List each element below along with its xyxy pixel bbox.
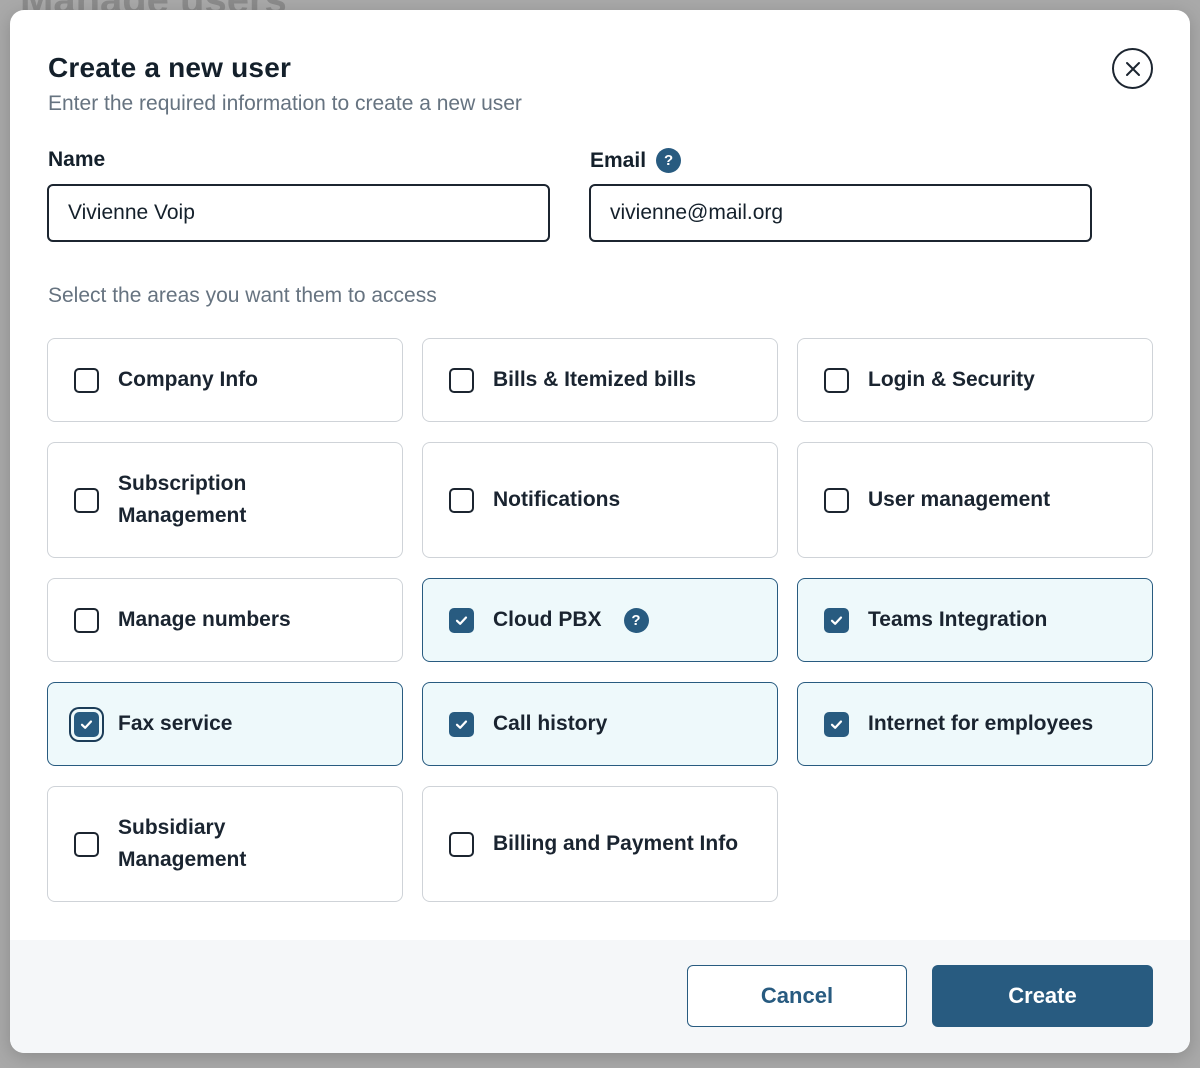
checkmark-icon (830, 615, 843, 625)
access-option-notifications[interactable]: Notifications (422, 442, 778, 558)
access-option-label: Company Info (118, 368, 258, 391)
checkbox[interactable] (449, 367, 474, 393)
cloud-pbx-help-icon[interactable]: ? (623, 607, 649, 633)
name-label: Name (48, 148, 105, 172)
close-icon (1125, 61, 1140, 76)
access-option-label: Login & Security (868, 368, 1035, 391)
name-input[interactable] (47, 184, 550, 242)
checkbox[interactable] (74, 831, 99, 857)
access-option-label: Fax service (118, 712, 233, 735)
email-input[interactable] (589, 184, 1092, 242)
email-help-icon[interactable]: ? (656, 148, 682, 173)
access-options-grid: Company Info Bills & Itemized bills Logi… (47, 338, 1153, 902)
checkbox[interactable] (824, 487, 849, 513)
checkmark-icon (80, 719, 93, 729)
checkbox-checked[interactable] (824, 711, 849, 737)
access-option-bills[interactable]: Bills & Itemized bills (422, 338, 778, 422)
access-option-label: User management (868, 488, 1051, 511)
checkbox-checked[interactable] (449, 711, 474, 737)
access-option-billing-payment-info[interactable]: Billing and Payment Info (422, 786, 778, 902)
dialog-subtitle: Enter the required information to create… (48, 92, 522, 115)
access-option-label: Manage numbers (118, 608, 291, 631)
dialog-title: Create a new user (48, 52, 292, 83)
checkmark-icon (830, 719, 843, 729)
access-option-teams-integration[interactable]: Teams Integration (797, 578, 1153, 662)
checkbox[interactable] (74, 487, 99, 513)
email-label: Email ? (590, 148, 682, 173)
access-option-user-management[interactable]: User management (797, 442, 1153, 558)
close-button[interactable] (1112, 48, 1153, 89)
access-option-label: Internet for employees (868, 712, 1094, 735)
access-option-label: Billing and Payment Info (493, 832, 739, 855)
checkmark-icon (455, 719, 468, 729)
access-option-subscription-management[interactable]: Subscription Management (47, 442, 403, 558)
access-option-cloud-pbx[interactable]: Cloud PBX ? (422, 578, 778, 662)
checkbox[interactable] (824, 367, 849, 393)
name-label-text: Name (48, 148, 106, 171)
create-user-dialog: Create a new user Enter the required inf… (10, 10, 1190, 1053)
access-option-label: Cloud PBX (493, 608, 602, 631)
access-option-login-security[interactable]: Login & Security (797, 338, 1153, 422)
checkbox[interactable] (74, 367, 99, 393)
access-option-label: Teams Integration (868, 608, 1048, 631)
access-option-company-info[interactable]: Company Info (47, 338, 403, 422)
checkbox-checked[interactable] (449, 607, 474, 633)
checkbox-checked[interactable] (74, 711, 99, 737)
access-option-call-history[interactable]: Call history (422, 682, 778, 766)
cancel-button[interactable]: Cancel (687, 965, 907, 1027)
access-option-label: Bills & Itemized bills (493, 368, 697, 391)
access-option-label: Call history (493, 712, 608, 735)
access-option-fax-service[interactable]: Fax service (47, 682, 403, 766)
access-option-internet-for-employees[interactable]: Internet for employees (797, 682, 1153, 766)
email-label-text: Email (590, 148, 647, 172)
access-section-label: Select the areas you want them to access (48, 284, 437, 307)
access-option-label: Subsidiary Management (118, 816, 247, 871)
checkbox-checked[interactable] (824, 607, 849, 633)
checkbox[interactable] (449, 831, 474, 857)
checkmark-icon (455, 615, 468, 625)
access-option-label: Notifications (493, 488, 621, 511)
checkbox[interactable] (74, 607, 99, 633)
access-option-subsidiary-management[interactable]: Subsidiary Management (47, 786, 403, 902)
checkbox[interactable] (449, 487, 474, 513)
access-option-manage-numbers[interactable]: Manage numbers (47, 578, 403, 662)
access-option-label: Subscription Management (118, 472, 247, 527)
create-button[interactable]: Create (932, 965, 1153, 1027)
